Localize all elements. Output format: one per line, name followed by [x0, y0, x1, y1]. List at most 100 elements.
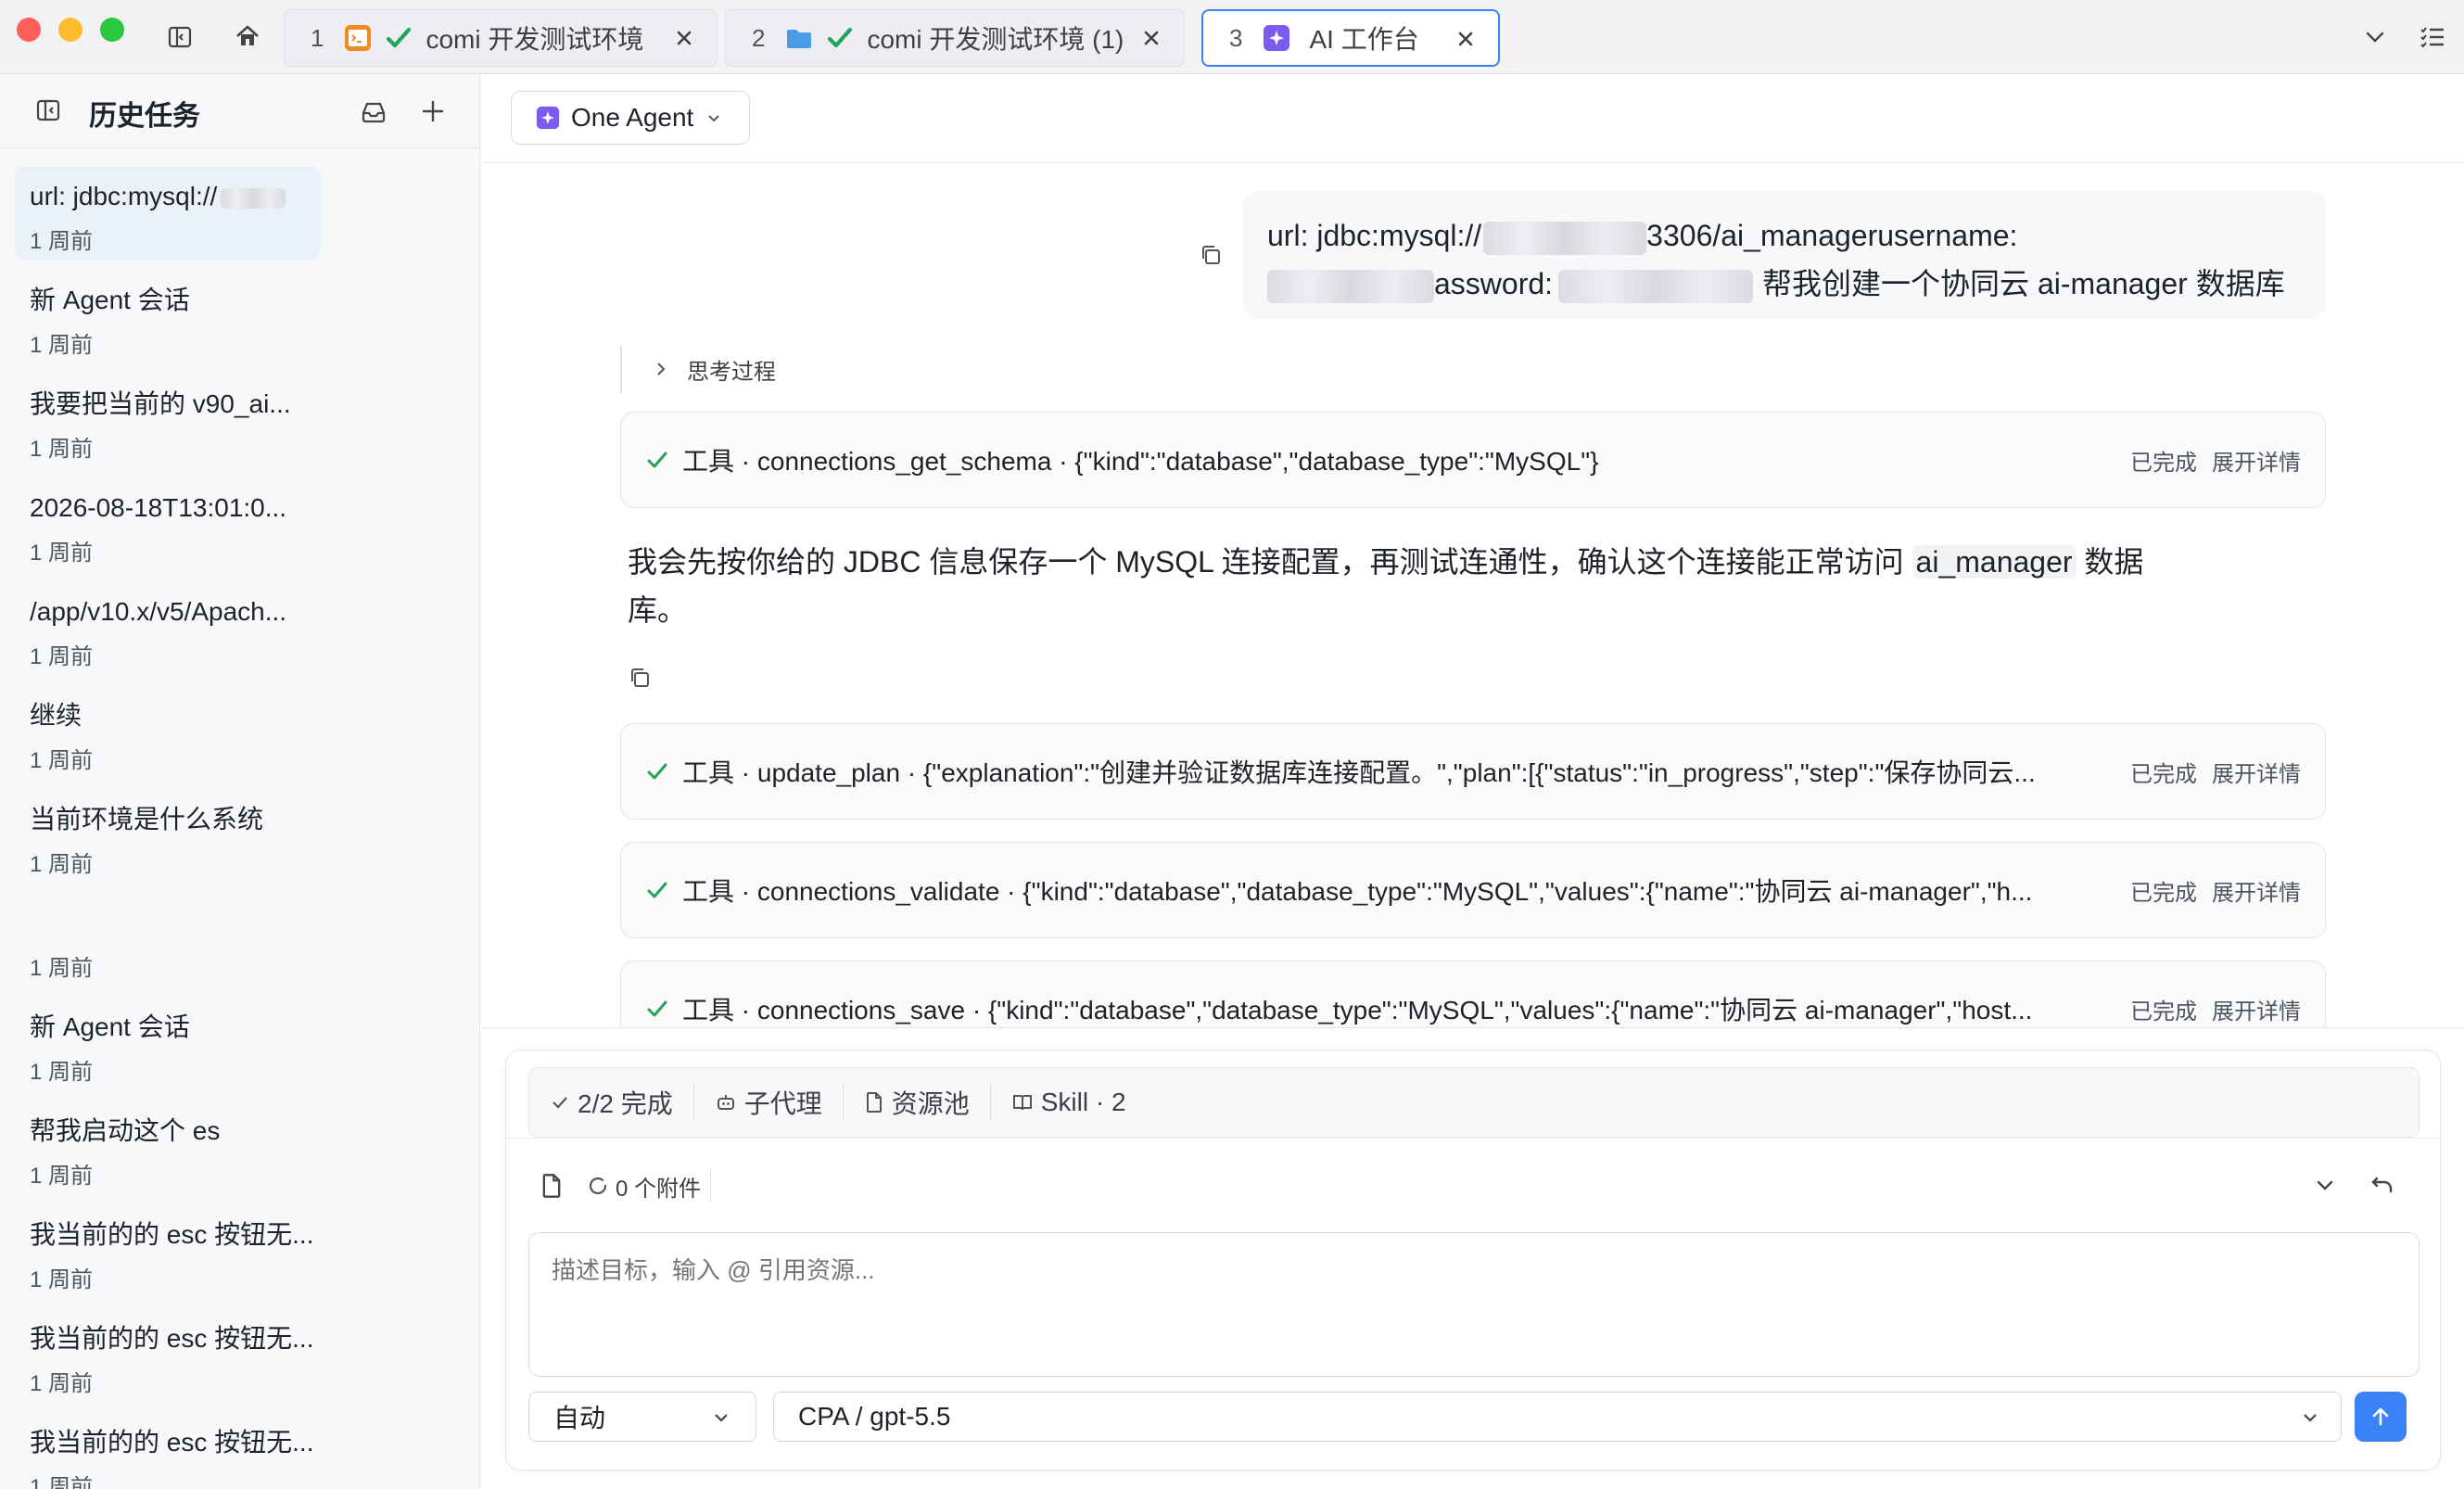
- history-item-title: 新 Agent 会话: [30, 1012, 190, 1041]
- window-zoom-button[interactable]: [100, 18, 124, 42]
- chevron-down-icon[interactable]: [2312, 1173, 2338, 1199]
- history-item[interactable]: 1 周前: [15, 894, 321, 986]
- history-item-title: 我当前的的 esc 按钮无...: [30, 1324, 314, 1353]
- tool-call-card[interactable]: 工具 · connections_save · {"kind":"databas…: [620, 961, 2326, 1027]
- attachment-count[interactable]: 0 个附件: [616, 1170, 701, 1203]
- history-item[interactable]: 当前环境是什么系统 1 周前: [15, 790, 321, 883]
- sidebar-title: 历史任务: [89, 101, 200, 132]
- expand-details-link[interactable]: 展开详情: [2212, 444, 2301, 477]
- history-item[interactable]: 2026-08-18T13:01:0... 1 周前: [15, 478, 321, 571]
- tool-status: 已完成: [2130, 761, 2197, 787]
- history-item-time: 1 周前: [30, 333, 94, 358]
- check-icon: [826, 24, 854, 52]
- history-item-time: 1 周前: [30, 956, 94, 981]
- tab-ai-workbench[interactable]: 3 AI 工作台: [1201, 9, 1500, 67]
- history-item[interactable]: /app/v10.x/v5/Apach... 1 周前: [15, 582, 321, 675]
- history-item[interactable]: 新 Agent 会话 1 周前: [15, 998, 321, 1090]
- history-item[interactable]: 我当前的的 esc 按钮无... 1 周前: [15, 1205, 321, 1298]
- history-item-time: 1 周前: [30, 541, 94, 566]
- history-item-title: 新 Agent 会话: [30, 286, 190, 314]
- attachment-divider: [710, 1169, 712, 1203]
- tool-status: 已完成: [2130, 880, 2197, 906]
- history-item[interactable]: 我要把当前的 v90_ai... 1 周前: [15, 375, 321, 467]
- expand-details-link[interactable]: 展开详情: [2212, 756, 2301, 788]
- history-item[interactable]: 我当前的的 esc 按钮无... 1 周前: [15, 1413, 321, 1489]
- history-item[interactable]: 我当前的的 esc 按钮无... 1 周前: [15, 1309, 321, 1402]
- chevron-down-icon: [705, 108, 723, 127]
- tool-call-text: 工具 · connections_get_schema · {"kind":"d…: [682, 447, 1599, 476]
- check-icon: [645, 448, 669, 472]
- resource-pool-label: 资源池: [891, 1089, 970, 1118]
- thinking-divider: [620, 345, 622, 393]
- thinking-toggle[interactable]: 思考过程: [652, 349, 776, 389]
- status-divider: [506, 1138, 2442, 1139]
- window-close-button[interactable]: [17, 18, 41, 42]
- tab-number: 2: [752, 23, 766, 52]
- tab-number: 3: [1229, 23, 1243, 52]
- window-minimize-button[interactable]: [58, 18, 83, 42]
- tool-call-card[interactable]: 工具 · connections_get_schema · {"kind":"d…: [620, 412, 2326, 508]
- thinking-label: 思考过程: [687, 359, 776, 385]
- history-item-title: 我要把当前的 v90_ai...: [30, 389, 291, 418]
- ai-icon: [1263, 24, 1290, 52]
- redacted-text: [1483, 221, 1647, 255]
- history-item-title: 2026-08-18T13:01:0...: [30, 493, 287, 522]
- model-select-value: CPA / gpt-5.5: [798, 1402, 951, 1431]
- sidebar-toggle-icon[interactable]: [167, 24, 193, 50]
- copy-icon[interactable]: [628, 666, 652, 690]
- history-item-title: 当前环境是什么系统: [30, 805, 264, 834]
- ai-icon: [536, 106, 560, 130]
- history-sidebar: 历史任务 url: jdbc:mysql:// 1 周前 新 Agent 会话 …: [0, 74, 480, 1489]
- subagent-label: 子代理: [743, 1089, 822, 1118]
- check-icon: [645, 759, 669, 783]
- tool-call-card[interactable]: 工具 · update_plan · {"explanation":"创建并验证…: [620, 723, 2326, 820]
- subagent-button[interactable]: 子代理: [694, 1084, 844, 1121]
- terminal-icon: [344, 24, 372, 52]
- resource-pool-button[interactable]: 资源池: [844, 1084, 991, 1121]
- history-item-time: 1 周前: [30, 1060, 94, 1085]
- history-item-title: 继续: [30, 701, 83, 730]
- undo-icon[interactable]: [2369, 1173, 2395, 1199]
- collapse-sidebar-icon[interactable]: [35, 97, 61, 123]
- home-icon[interactable]: [234, 22, 261, 50]
- composer: 2/2 完成 子代理 资源池 Skill · 2 0 个附件 描述目标，输入 @…: [505, 1050, 2442, 1470]
- file-icon: [866, 1092, 882, 1113]
- composer-status-bar: 2/2 完成 子代理 资源池 Skill · 2: [528, 1067, 2420, 1138]
- tab-comi-dev-env-1[interactable]: 2 comi 开发测试环境 (1): [725, 9, 1185, 67]
- chat-transcript[interactable]: url: jdbc:mysql://3306/ai_managerusernam…: [481, 163, 2464, 1027]
- tab-close-icon[interactable]: [672, 26, 696, 50]
- history-item-title: url: jdbc:mysql://: [30, 180, 321, 215]
- attach-file-icon[interactable]: [540, 1173, 564, 1199]
- robot-icon: [717, 1095, 734, 1110]
- attachment-row: 0 个附件: [528, 1158, 2420, 1214]
- plan-progress-button[interactable]: 2/2 完成: [529, 1084, 694, 1121]
- tab-title: comi 开发测试环境: [425, 25, 644, 54]
- new-task-icon[interactable]: [419, 97, 447, 125]
- tab-close-icon[interactable]: [1139, 26, 1163, 50]
- history-item[interactable]: 新 Agent 会话 1 周前: [15, 271, 321, 363]
- chevron-down-icon[interactable]: [2362, 24, 2388, 50]
- tool-call-card[interactable]: 工具 · connections_validate · {"kind":"dat…: [620, 842, 2326, 938]
- agent-selector-button[interactable]: One Agent: [511, 91, 750, 145]
- skill-button[interactable]: Skill · 2: [991, 1084, 1147, 1121]
- tab-comi-dev-env[interactable]: 1 comi 开发测试环境: [284, 9, 718, 67]
- prompt-input[interactable]: [528, 1232, 2420, 1377]
- tab-close-icon[interactable]: [1454, 27, 1478, 51]
- expand-details-link[interactable]: 展开详情: [2212, 874, 2301, 907]
- history-item[interactable]: 继续 1 周前: [15, 686, 321, 779]
- main-topbar: One Agent: [481, 74, 2464, 163]
- copy-icon[interactable]: [1199, 243, 1223, 267]
- model-select[interactable]: CPA / gpt-5.5: [773, 1392, 2342, 1442]
- user-message: url: jdbc:mysql://3306/ai_managerusernam…: [1243, 191, 2326, 319]
- tab-title: comi 开发测试环境 (1): [867, 25, 1124, 54]
- history-item[interactable]: url: jdbc:mysql:// 1 周前: [15, 167, 321, 260]
- mode-select[interactable]: 自动: [528, 1392, 756, 1442]
- history-item-time: 1 周前: [30, 1267, 94, 1292]
- inbox-icon[interactable]: [360, 97, 387, 125]
- expand-details-link[interactable]: 展开详情: [2212, 993, 2301, 1025]
- history-item[interactable]: 帮我启动这个 es 1 周前: [15, 1101, 321, 1194]
- check-icon: [645, 878, 669, 902]
- task-list-icon[interactable]: [2418, 22, 2447, 52]
- history-item-title: 我当前的的 esc 按钮无...: [30, 1220, 314, 1249]
- send-button[interactable]: [2355, 1392, 2407, 1442]
